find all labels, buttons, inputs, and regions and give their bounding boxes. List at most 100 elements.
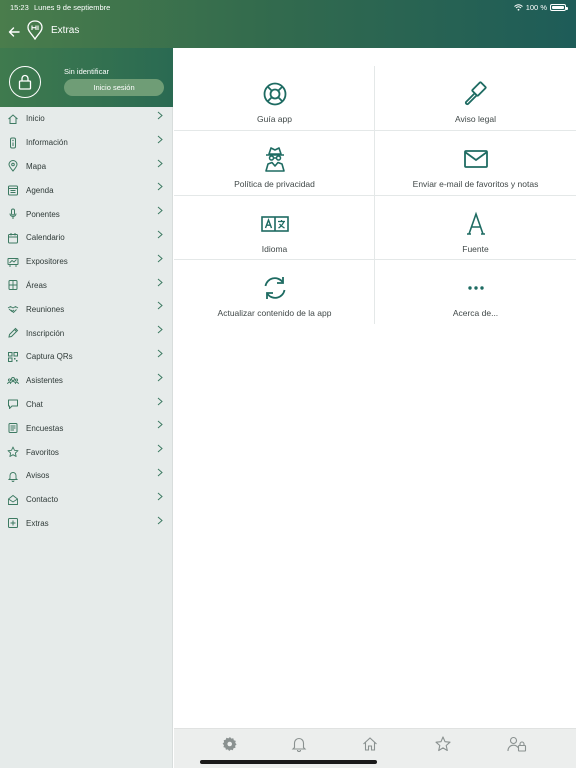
sidebar-item-label: Información — [26, 138, 68, 148]
sidebar-item-extras[interactable]: Extras — [0, 512, 172, 536]
sidebar-menu: Inicio Información Mapa Agenda Ponentes … — [0, 107, 172, 535]
star-icon — [435, 736, 451, 752]
sidebar-item-favoritos[interactable]: Favoritos — [0, 440, 172, 464]
calendar-icon — [8, 232, 18, 244]
sidebar-item-label: Inicio — [26, 114, 45, 124]
app-logo-icon — [27, 20, 43, 40]
survey-icon — [8, 423, 18, 434]
extras-item-label: Política de privacidad — [234, 179, 315, 189]
extras-item-idioma[interactable]: Idioma — [174, 196, 375, 261]
chevron-right-icon — [157, 159, 163, 167]
handshake-icon — [7, 306, 19, 314]
chevron-right-icon — [157, 492, 163, 501]
info-icon — [10, 137, 16, 149]
sidebar-item-label: Favoritos — [26, 447, 59, 457]
chevron-right-icon — [157, 516, 163, 524]
sidebar-item-label: Captura QRs — [26, 352, 73, 362]
login-button[interactable]: Inicio sesión — [64, 79, 164, 96]
sidebar-item-calendario[interactable]: Calendario — [0, 226, 172, 250]
bell-icon — [291, 737, 307, 752]
chat-icon — [8, 399, 18, 410]
qr-icon — [8, 351, 18, 362]
status-date: Lunes 9 de septiembre — [34, 3, 111, 12]
sidebar-item-areas[interactable]: Áreas — [0, 274, 172, 298]
star-icon — [7, 446, 19, 457]
sidebar-item-avisos[interactable]: Avisos — [0, 464, 172, 488]
sidebar-item-mapa[interactable]: Mapa — [0, 155, 172, 179]
lifebuoy-icon — [263, 82, 286, 106]
extras-item-guia-app[interactable]: Guía app — [174, 66, 375, 131]
tab-notifications[interactable] — [289, 734, 309, 754]
sidebar-item-reuniones[interactable]: Reuniones — [0, 297, 172, 321]
sidebar-item-agenda[interactable]: Agenda — [0, 178, 172, 202]
sidebar-item-ponentes[interactable]: Ponentes — [0, 202, 172, 226]
envelope-icon — [463, 150, 488, 168]
sidebar-item-label: Mapa — [26, 161, 47, 171]
microphone-icon — [9, 208, 17, 220]
sidebar-item-label: Calendario — [26, 233, 65, 243]
tab-account[interactable] — [507, 734, 527, 754]
agenda-icon — [8, 185, 18, 196]
sidebar-item-label: Avisos — [26, 471, 50, 481]
sidebar-item-expositores[interactable]: Expositores — [0, 250, 172, 274]
user-status: Sin identificar — [64, 67, 110, 76]
extras-item-politica-privacidad[interactable]: Política de privacidad — [174, 131, 375, 196]
sidebar-item-inscripcion[interactable]: Inscripción — [0, 321, 172, 345]
avatar[interactable] — [9, 66, 41, 98]
extras-item-label: Acerca de... — [452, 308, 499, 318]
sidebar-item-label: Reuniones — [26, 304, 65, 314]
app-header: 15:23 Lunes 9 de septiembre 100 % Extras — [0, 0, 576, 48]
gavel-icon — [464, 81, 487, 106]
home-indicator — [200, 760, 377, 764]
tab-home[interactable] — [360, 734, 380, 754]
chevron-right-icon — [157, 397, 163, 405]
status-bar: 15:23 Lunes 9 de septiembre 100 % — [0, 2, 576, 14]
sidebar-item-informacion[interactable]: Información — [0, 131, 172, 155]
extras-item-aviso-legal[interactable]: Aviso legal — [375, 66, 576, 131]
home-icon — [363, 737, 377, 751]
envelope-open-icon — [8, 494, 18, 505]
sidebar-item-label: Áreas — [26, 280, 47, 290]
sidebar-item-encuestas[interactable]: Encuestas — [0, 416, 172, 440]
chevron-right-icon — [157, 278, 163, 286]
sidebar-item-label: Chat — [26, 399, 43, 409]
extras-item-fuente[interactable]: Fuente — [375, 196, 576, 261]
extras-item-enviar-email[interactable]: Enviar e-mail de favoritos y notas — [375, 131, 576, 196]
sidebar-item-asistentes[interactable]: Asistentes — [0, 369, 172, 393]
user-panel: Sin identificar Inicio sesión — [0, 48, 173, 107]
extras-item-label: Enviar e-mail de favoritos y notas — [412, 179, 539, 189]
sidebar-item-label: Ponentes — [26, 209, 60, 219]
sidebar-item-label: Inscripción — [26, 328, 65, 338]
sidebar-item-label: Asistentes — [26, 376, 63, 386]
extras-item-label: Actualizar contenido de la app — [217, 308, 332, 318]
extras-item-actualizar[interactable]: Actualizar contenido de la app — [174, 260, 375, 325]
sidebar-item-inicio[interactable]: Inicio — [0, 107, 172, 131]
chevron-right-icon — [157, 183, 163, 191]
wifi-icon — [513, 4, 523, 11]
tab-favorites[interactable] — [433, 734, 453, 754]
chevron-right-icon — [157, 206, 163, 215]
chevron-right-icon — [157, 420, 163, 429]
tab-settings[interactable] — [220, 734, 240, 754]
ellipsis-icon — [467, 286, 484, 290]
sidebar-item-contacto[interactable]: Contacto — [0, 488, 172, 512]
chevron-right-icon — [157, 444, 163, 453]
sidebar-item-label: Expositores — [26, 257, 68, 267]
chevron-right-icon — [157, 301, 163, 310]
chevron-right-icon — [157, 135, 163, 144]
page-title: Extras — [51, 25, 80, 36]
extras-item-label: Fuente — [462, 244, 489, 254]
extras-item-acerca-de[interactable]: Acerca de... — [375, 260, 576, 325]
gear-icon — [222, 737, 237, 751]
back-button[interactable] — [6, 24, 22, 40]
extras-grid: Guía app Aviso legal Política de privaci… — [174, 48, 576, 728]
bell-icon — [7, 471, 19, 482]
status-time: 15:23 — [10, 3, 29, 12]
sidebar-item-captura-qrs[interactable]: Captura QRs — [0, 345, 172, 369]
chevron-right-icon — [157, 254, 163, 263]
sidebar-item-chat[interactable]: Chat — [0, 393, 172, 417]
areas-icon — [8, 280, 18, 291]
status-indicators: 100 % — [513, 3, 568, 12]
exhibitors-icon — [7, 257, 19, 267]
user-lock-icon — [507, 736, 527, 752]
